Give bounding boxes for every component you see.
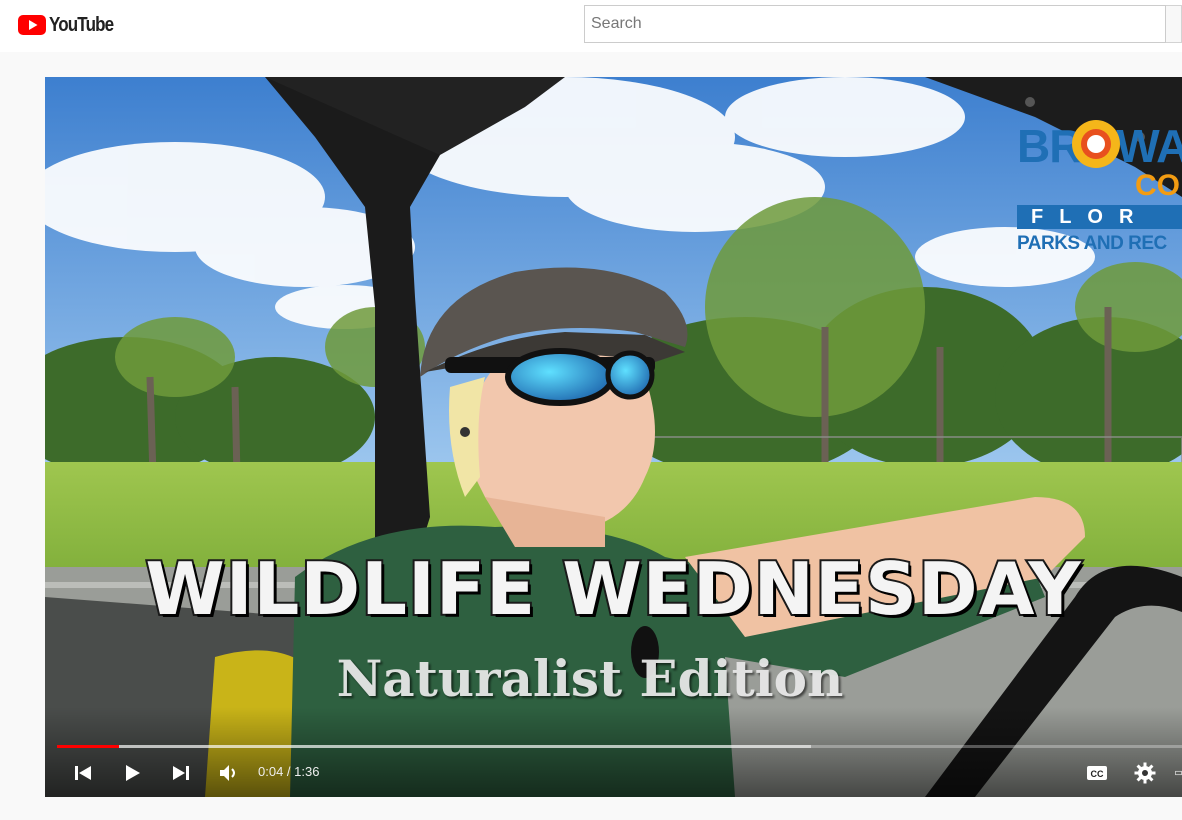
search-box — [584, 5, 1166, 43]
settings-icon — [1134, 762, 1156, 784]
next-button[interactable] — [167, 761, 195, 785]
search-input[interactable] — [585, 6, 1165, 42]
volume-icon — [220, 765, 235, 781]
video-subtitle-overlay: Naturalist Edition — [336, 649, 844, 708]
search-button[interactable] — [1166, 5, 1182, 43]
time-display: 0:04 / 1:36 — [258, 764, 319, 779]
youtube-play-logo-icon — [18, 15, 46, 35]
closed-captions-icon: CC — [1087, 766, 1107, 780]
progress-buffered — [57, 745, 811, 748]
progress-played — [57, 745, 119, 748]
brand-department: PARKS AND REC — [1017, 233, 1167, 254]
youtube-logo[interactable]: YouTube — [18, 13, 125, 37]
brand-state: FLOR — [1017, 205, 1182, 229]
logo-wordmark: YouTube — [49, 13, 114, 36]
skip-previous-icon — [75, 766, 91, 780]
skip-next-icon — [173, 766, 189, 780]
current-time: 0:04 — [258, 764, 284, 779]
settings-button[interactable] — [1131, 761, 1159, 785]
sun-icon — [1072, 120, 1120, 168]
svg-text:CC: CC — [1091, 769, 1104, 779]
video-title-overlay: WILDLIFE WEDNESDAY — [143, 545, 1082, 633]
broward-county-logo: BROWA CO FLOR PARKS AND REC — [1017, 117, 1182, 257]
theater-mode-button[interactable] — [1175, 761, 1182, 785]
masthead: YouTube — [0, 0, 1182, 52]
brand-county: CO — [1135, 169, 1180, 202]
progress-bar[interactable] — [57, 745, 1182, 748]
captions-button[interactable]: CC — [1083, 761, 1111, 785]
theater-mode-icon — [1175, 770, 1182, 776]
play-icon — [126, 765, 140, 781]
time-separator: / — [283, 764, 295, 779]
mute-button[interactable] — [215, 761, 243, 785]
previous-button[interactable] — [69, 761, 97, 785]
duration: 1:36 — [294, 764, 320, 779]
play-button[interactable] — [118, 761, 146, 785]
video-player[interactable]: BROWA CO FLOR PARKS AND REC WILDLIFE WED… — [45, 77, 1182, 797]
